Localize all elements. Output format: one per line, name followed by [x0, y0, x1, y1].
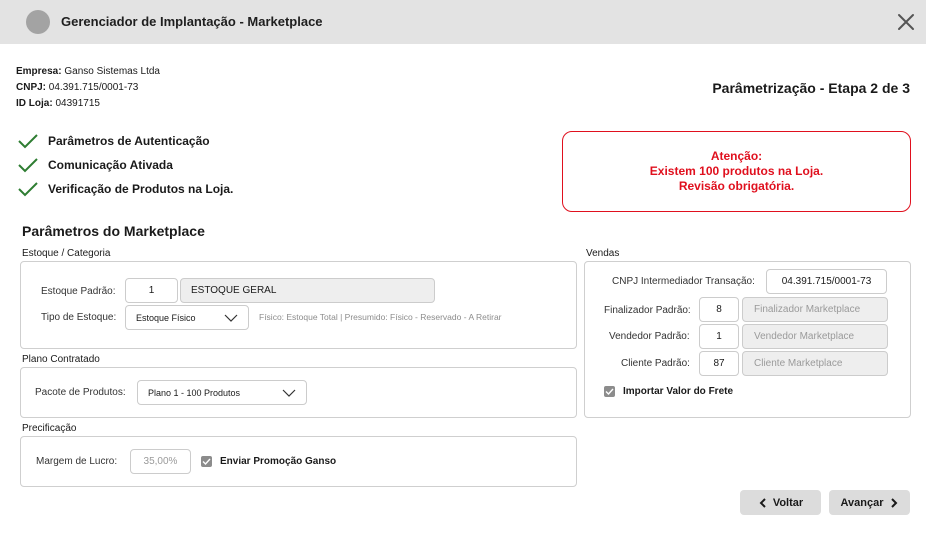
section-title: Parâmetros do Marketplace: [22, 223, 205, 239]
chevron-left-icon: [759, 497, 766, 508]
idloja-value: 04391715: [55, 98, 100, 109]
estoque-padrao-code-input[interactable]: 1: [125, 278, 178, 303]
next-button[interactable]: Avançar: [829, 490, 910, 515]
next-label: Avançar: [840, 496, 884, 509]
cliente-code-input[interactable]: 87: [699, 351, 739, 376]
estoque-panel: [20, 261, 577, 349]
checklist-item-comm: Comunicação Ativada: [18, 155, 173, 175]
title-bar: Gerenciador de Implantação - Marketplace: [0, 0, 926, 44]
empresa-label: Empresa:: [16, 66, 62, 77]
tipo-estoque-value: Estoque Físico: [136, 312, 196, 323]
close-button[interactable]: [894, 10, 918, 34]
pacote-select[interactable]: Plano 1 - 100 Produtos: [137, 380, 307, 405]
app-logo-icon: [26, 10, 50, 34]
precificacao-group-label: Precificação: [22, 423, 77, 434]
finalizador-name-field: Finalizador Marketplace: [742, 297, 888, 322]
cliente-label: Cliente Padrão:: [621, 358, 690, 369]
alert-line-1: Atenção:: [710, 149, 763, 163]
alert-box: Atenção: Existem 100 produtos na Loja. R…: [562, 131, 911, 212]
checkmark-icon: [18, 134, 38, 149]
cliente-name-field: Cliente Marketplace: [742, 351, 888, 376]
margem-input[interactable]: 35,00%: [130, 449, 191, 474]
finalizador-code-input[interactable]: 8: [699, 297, 739, 322]
plano-group-label: Plano Contratado: [22, 354, 100, 365]
estoque-padrao-name-field: ESTOQUE GERAL: [180, 278, 435, 303]
cnpj-label: CNPJ:: [16, 82, 47, 93]
vendedor-code-input[interactable]: 1: [699, 324, 739, 349]
tipo-estoque-hint: Físico: Estoque Total | Presumido: Físic…: [259, 312, 502, 322]
checkmark-icon: [202, 458, 211, 466]
cnpj-intermediador-label: CNPJ Intermediador Transação:: [612, 276, 755, 287]
checkmark-icon: [605, 388, 614, 396]
back-button[interactable]: Voltar: [740, 490, 821, 515]
company-name: Empresa: Ganso Sistemas Ltda: [16, 66, 160, 77]
alert-line-3: Revisão obrigatória.: [678, 179, 795, 193]
cnpj-intermediador-input[interactable]: 04.391.715/0001-73: [766, 269, 887, 294]
frete-label: Importar Valor do Frete: [623, 386, 734, 397]
empresa-value: Ganso Sistemas Ltda: [64, 66, 160, 77]
checklist-label: Parâmetros de Autenticação: [48, 134, 210, 148]
vendedor-name-field: Vendedor Marketplace: [742, 324, 888, 349]
alert-line-2: Existem 100 produtos na Loja.: [649, 164, 824, 178]
estoque-padrao-label: Estoque Padrão:: [41, 286, 116, 297]
checklist-item-auth: Parâmetros de Autenticação: [18, 131, 210, 151]
pacote-value: Plano 1 - 100 Produtos: [148, 387, 241, 398]
tipo-estoque-label: Tipo de Estoque:: [41, 312, 117, 323]
cnpj-value: 04.391.715/0001-73: [48, 82, 139, 93]
back-label: Voltar: [772, 496, 804, 509]
estoque-group-label: Estoque / Categoria: [22, 248, 111, 259]
tipo-estoque-select[interactable]: Estoque Físico: [125, 305, 249, 330]
checklist-label: Comunicação Ativada: [48, 158, 173, 172]
close-icon: [898, 14, 914, 30]
vendedor-label: Vendedor Padrão:: [609, 331, 690, 342]
pacote-label: Pacote de Produtos:: [35, 387, 126, 398]
checklist-item-products: Verificação de Produtos na Loja.: [18, 179, 233, 199]
idloja-label: ID Loja:: [16, 98, 53, 109]
company-id-loja: ID Loja: 04391715: [16, 98, 100, 109]
step-title: Parâmetrização - Etapa 2 de 3: [712, 80, 910, 96]
vendas-group-label: Vendas: [586, 248, 620, 259]
checkmark-icon: [18, 182, 38, 197]
window-title: Gerenciador de Implantação - Marketplace: [61, 14, 323, 29]
margem-label: Margem de Lucro:: [36, 456, 118, 467]
chevron-down-icon: [282, 389, 296, 397]
chevron-down-icon: [224, 314, 238, 322]
promo-checkbox[interactable]: [201, 456, 212, 467]
checkmark-icon: [18, 158, 38, 173]
finalizador-label: Finalizador Padrão:: [604, 305, 691, 316]
frete-checkbox[interactable]: [604, 386, 615, 397]
company-cnpj: CNPJ: 04.391.715/0001-73: [16, 82, 138, 93]
chevron-right-icon: [890, 497, 897, 508]
checklist-label: Verificação de Produtos na Loja.: [48, 182, 234, 196]
promo-label: Enviar Promoção Ganso: [220, 456, 337, 467]
